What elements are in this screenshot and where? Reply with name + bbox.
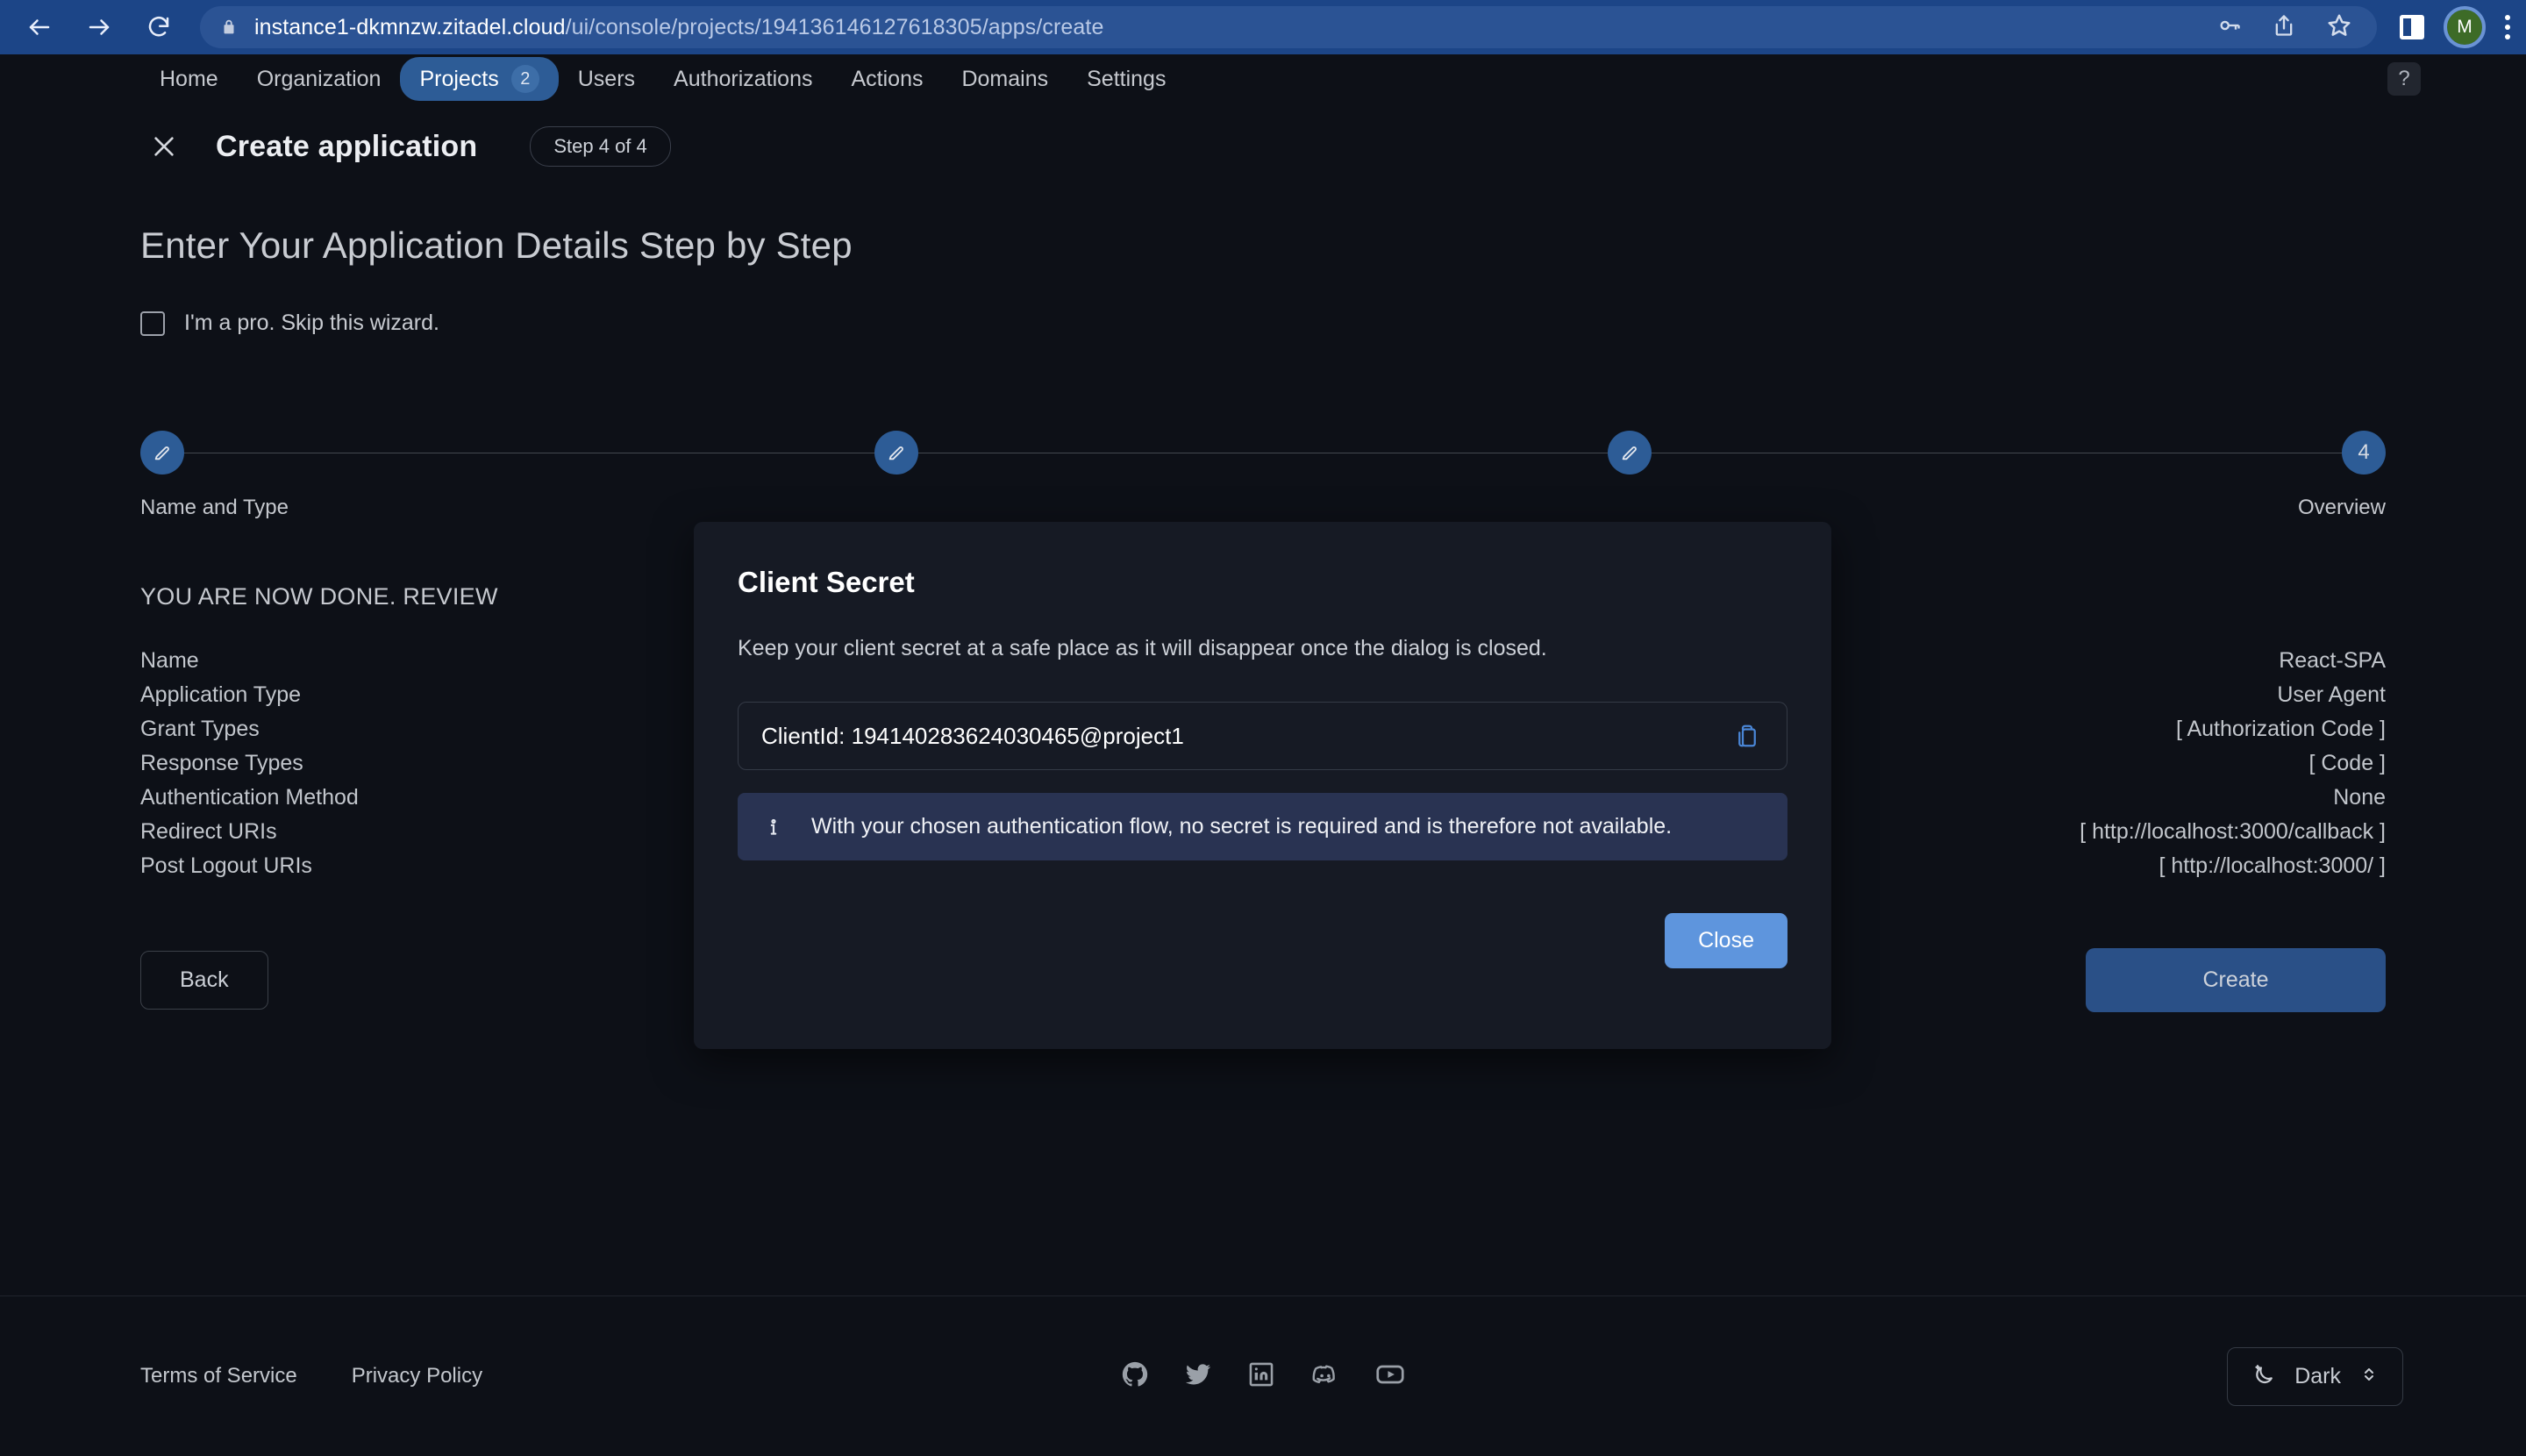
review-row: Post Logout URIs [ http://localhost:3000… — [140, 849, 2386, 883]
review-row: Redirect URIs [ http://localhost:3000/ca… — [140, 815, 2386, 849]
stepper: 4 — [140, 431, 2387, 475]
browser-toolbar: instance1-dkmnzw.zitadel.cloud/ui/consol… — [0, 0, 2526, 54]
step-2[interactable] — [874, 431, 918, 475]
url-host: instance1-dkmnzw.zitadel.cloud — [254, 14, 566, 39]
main-content: Enter Your Application Details Step by S… — [0, 225, 2526, 1012]
nav-item-settings[interactable]: Settings — [1067, 59, 1185, 100]
create-button[interactable]: Create — [2086, 948, 2386, 1012]
nav-item-projects-badge: 2 — [510, 65, 539, 93]
lock-icon — [219, 18, 239, 37]
step-2-circle[interactable] — [874, 431, 918, 475]
reload-button[interactable] — [135, 4, 182, 51]
nav-item-domains[interactable]: Domains — [942, 59, 1067, 100]
close-icon — [154, 137, 174, 156]
review-list: Name React-SPA Application Type User Age… — [140, 644, 2386, 883]
omnibox-actions — [2193, 12, 2358, 43]
linkedin-icon[interactable] — [1246, 1360, 1276, 1394]
star-icon[interactable] — [2326, 12, 2352, 43]
nav-item-home[interactable]: Home — [140, 59, 238, 100]
social-links — [1120, 1359, 1406, 1395]
step-4-label: Overview — [2297, 496, 2386, 519]
side-panel-icon[interactable] — [2400, 15, 2424, 39]
review-value-redirect-uris: [ http://localhost:3000/callback ] — [2080, 819, 2386, 844]
nav-item-authorizations[interactable]: Authorizations — [654, 59, 831, 100]
review-value-authentication-method: None — [2333, 785, 2386, 810]
step-1[interactable] — [140, 431, 184, 475]
forward-arrow-icon — [89, 19, 110, 35]
review-row: Response Types [ Code ] — [140, 746, 2386, 781]
review-key-response-types: Response Types — [140, 751, 303, 775]
page-title: Create application — [216, 129, 478, 163]
nav-item-projects[interactable]: Projects 2 — [400, 57, 559, 101]
browser-nav-buttons — [16, 4, 195, 51]
skip-wizard-checkbox[interactable] — [140, 310, 165, 336]
back-arrow-icon — [29, 19, 50, 35]
step-1-circle[interactable] — [140, 431, 184, 475]
step-4-circle[interactable]: 4 — [2342, 431, 2387, 475]
theme-switcher[interactable]: Dark — [2227, 1346, 2403, 1406]
help-button[interactable]: ? — [2387, 62, 2421, 96]
step-4[interactable]: 4 — [2342, 431, 2387, 475]
nav-item-organization[interactable]: Organization — [238, 59, 401, 100]
github-icon[interactable] — [1120, 1360, 1150, 1394]
review-key-name: Name — [140, 648, 199, 673]
edit-icon — [154, 446, 169, 460]
footer-links: Terms of Service Privacy Policy — [140, 1364, 482, 1388]
back-button[interactable] — [16, 4, 63, 51]
review-row: Name React-SPA — [140, 644, 2386, 678]
page-footer: Terms of Service Privacy Policy Dark — [0, 1296, 2526, 1456]
url-path: /ui/console/projects/194136146127618305/… — [565, 14, 1104, 39]
key-icon[interactable] — [2217, 13, 2242, 42]
moon-icon — [2251, 1361, 2277, 1392]
review-row: Application Type User Agent — [140, 678, 2386, 712]
share-icon[interactable] — [2272, 13, 2296, 42]
review-key-redirect-uris: Redirect URIs — [140, 819, 277, 844]
step-3[interactable] — [1608, 431, 1652, 475]
three-dot-menu-icon[interactable] — [2505, 15, 2510, 39]
headline: Enter Your Application Details Step by S… — [140, 225, 853, 266]
review-key-grant-types: Grant Types — [140, 717, 260, 741]
url-text: instance1-dkmnzw.zitadel.cloud/ui/consol… — [254, 15, 1103, 40]
nav-item-users[interactable]: Users — [559, 59, 654, 100]
review-value-name: React-SPA — [2279, 648, 2386, 673]
address-bar[interactable]: instance1-dkmnzw.zitadel.cloud/ui/consol… — [200, 6, 2377, 48]
nav-item-projects-label: Projects — [419, 66, 499, 91]
skip-wizard-label: I'm a pro. Skip this wizard. — [184, 310, 439, 335]
up-down-chevron-icon[interactable] — [2358, 1362, 2380, 1391]
review-row: Grant Types [ Authorization Code ] — [140, 712, 2386, 746]
step-1-label: Name and Type — [140, 496, 289, 519]
avatar[interactable]: M — [2444, 6, 2486, 48]
review-value-response-types: [ Code ] — [2308, 751, 2386, 775]
step-indicator-chip: Step 4 of 4 — [530, 126, 671, 167]
review-key-authentication-method: Authentication Method — [140, 785, 359, 810]
theme-label: Dark — [2294, 1363, 2341, 1388]
discord-icon[interactable] — [1309, 1359, 1341, 1395]
review-value-grant-types: [ Authorization Code ] — [2175, 717, 2386, 741]
wizard-actions: Back Create — [140, 948, 2386, 1012]
browser-right-actions: M — [2377, 6, 2510, 48]
stepper-labels: Name and Type Overview — [140, 496, 2386, 520]
youtube-icon[interactable] — [1374, 1359, 1406, 1395]
skip-wizard-row[interactable]: I'm a pro. Skip this wizard. — [140, 310, 2386, 336]
step-3-circle[interactable] — [1608, 431, 1652, 475]
forward-button[interactable] — [75, 4, 123, 51]
privacy-policy-link[interactable]: Privacy Policy — [352, 1364, 482, 1388]
edit-icon — [888, 446, 903, 460]
review-key-post-logout-uris: Post Logout URIs — [140, 853, 312, 878]
twitter-icon[interactable] — [1183, 1360, 1213, 1394]
app-navigation: Home Organization Projects 2 Users Autho… — [0, 54, 2526, 103]
wizard-header: Create application Step 4 of 4 — [0, 103, 2526, 170]
review-row: Authentication Method None — [140, 781, 2386, 815]
back-button[interactable]: Back — [140, 951, 268, 1010]
edit-icon — [1623, 446, 1638, 460]
review-value-post-logout-uris: [ http://localhost:3000/ ] — [2159, 853, 2387, 878]
review-value-application-type: User Agent — [2277, 682, 2386, 707]
terms-of-service-link[interactable]: Terms of Service — [140, 1364, 297, 1388]
reload-icon — [148, 16, 169, 37]
close-wizard-button[interactable] — [140, 123, 188, 170]
nav-item-actions[interactable]: Actions — [831, 59, 942, 100]
review-key-application-type: Application Type — [140, 682, 301, 707]
review-section-title: YOU ARE NOW DONE. REVIEW — [140, 583, 498, 610]
